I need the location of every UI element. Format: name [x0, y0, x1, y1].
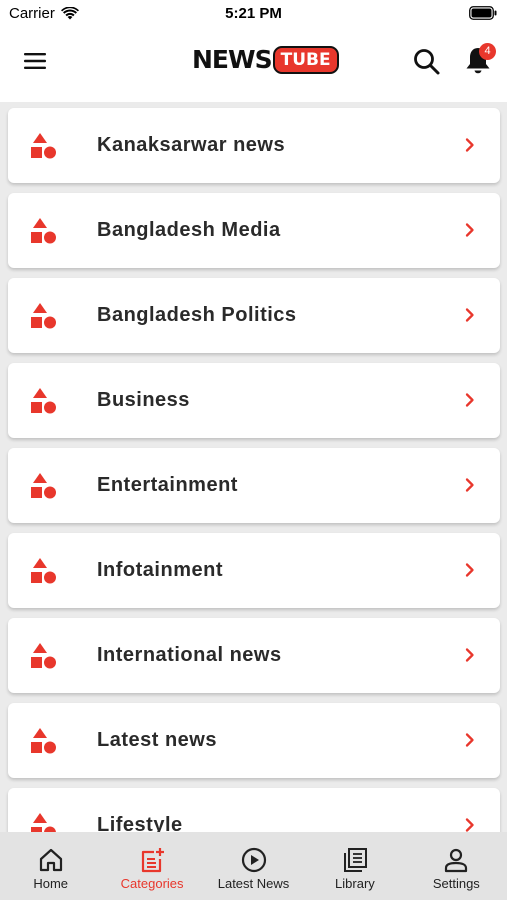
battery-icon — [469, 6, 497, 20]
category-card[interactable]: Bangladesh Politics — [8, 278, 500, 353]
shapes-icon — [31, 728, 56, 754]
chevron-right-icon — [465, 818, 474, 832]
chevron-right-icon — [465, 478, 474, 492]
tab-categories[interactable]: Categories — [101, 832, 202, 900]
logo-text-tube: TUBE — [272, 46, 339, 74]
shapes-icon — [31, 133, 56, 159]
tab-categories-label: Categories — [120, 876, 184, 891]
shapes-icon — [31, 473, 56, 499]
category-list: Kanaksarwar news Bangladesh Media Bangla… — [0, 102, 507, 832]
menu-button[interactable] — [20, 47, 50, 75]
category-card[interactable]: Entertainment — [8, 448, 500, 523]
app-logo: NEWS TUBE — [192, 45, 339, 75]
category-label: International news — [97, 644, 282, 666]
tab-settings-label: Settings — [432, 876, 480, 891]
hamburger-menu-icon — [24, 53, 46, 69]
category-label: Kanaksarwar news — [97, 134, 286, 156]
category-card[interactable]: Business — [8, 363, 500, 438]
shapes-icon — [31, 303, 56, 329]
status-bar: Carrier 5:21 PM — [0, 0, 507, 30]
category-card[interactable]: Bangladesh Media — [8, 193, 500, 268]
logo-text-news: NEWS — [192, 45, 273, 74]
chevron-right-icon — [465, 563, 474, 577]
shapes-icon — [31, 218, 56, 244]
status-time: 5:21 PM — [225, 5, 282, 22]
notification-badge: 4 — [479, 43, 496, 60]
category-label: Infotainment — [97, 559, 223, 581]
category-card[interactable]: Lifestyle — [8, 788, 500, 832]
category-label: Bangladesh Media — [97, 219, 281, 241]
tab-library-label: Library — [335, 876, 375, 891]
tab-latest-news-label: Latest News — [217, 876, 290, 891]
home-icon — [39, 848, 62, 872]
search-button[interactable] — [411, 46, 443, 78]
category-card[interactable]: International news — [8, 618, 500, 693]
tab-home[interactable]: Home — [0, 832, 101, 900]
category-label: Entertainment — [97, 474, 238, 496]
category-label: Lifestyle — [97, 814, 183, 832]
category-label: Business — [97, 389, 190, 411]
tab-latest-news[interactable]: Latest News — [203, 832, 304, 900]
bottom-tab-bar: Home Categories Latest News Library Sett… — [0, 832, 507, 900]
search-icon — [414, 49, 440, 75]
shapes-icon — [31, 643, 56, 669]
chevron-right-icon — [465, 223, 474, 237]
chevron-right-icon — [465, 308, 474, 322]
app-header: NEWS TUBE 4 — [0, 30, 507, 102]
chevron-right-icon — [465, 733, 474, 747]
play-circle-icon — [241, 847, 266, 873]
chevron-right-icon — [465, 138, 474, 152]
category-card[interactable]: Infotainment — [8, 533, 500, 608]
library-icon — [343, 848, 367, 872]
chevron-right-icon — [465, 648, 474, 662]
shapes-icon — [31, 388, 56, 414]
category-card[interactable]: Kanaksarwar news — [8, 108, 500, 183]
shapes-icon — [31, 813, 56, 832]
category-label: Latest news — [97, 729, 217, 751]
shapes-icon — [31, 558, 56, 584]
tab-library[interactable]: Library — [304, 832, 405, 900]
category-card[interactable]: Latest news — [8, 703, 500, 778]
tab-settings[interactable]: Settings — [406, 832, 507, 900]
chevron-right-icon — [465, 393, 474, 407]
category-label: Bangladesh Politics — [97, 304, 297, 326]
person-icon — [445, 848, 468, 873]
categories-icon — [142, 848, 165, 873]
tab-home-label: Home — [33, 876, 69, 891]
